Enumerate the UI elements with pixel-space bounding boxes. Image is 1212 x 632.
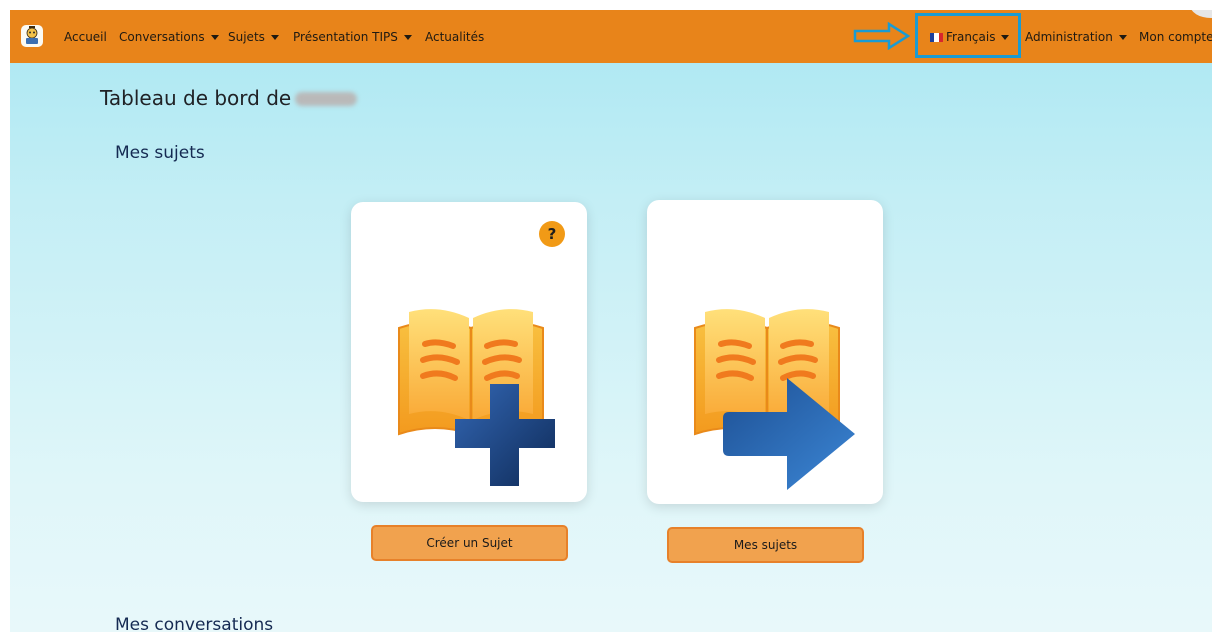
book-plus-icon <box>398 309 555 486</box>
account-menu[interactable]: Mon compte <box>1139 29 1212 45</box>
app-logo-icon[interactable] <box>21 25 43 47</box>
nav-presentation-label: Présentation TIPS <box>293 30 398 44</box>
create-subject-card[interactable]: ? <box>351 202 587 502</box>
book-arrow-icon <box>694 309 855 490</box>
top-navbar: Accueil Conversations Sujets Présentatio… <box>10 10 1212 63</box>
caret-down-icon <box>210 35 219 40</box>
nav-actualites-label: Actualités <box>425 30 485 44</box>
nav-sujets-dropdown[interactable]: Sujets <box>228 29 279 45</box>
section-title-subjects: Mes sujets <box>115 143 205 163</box>
create-subject-button[interactable]: Créer un Sujet <box>371 525 568 561</box>
nav-accueil[interactable]: Accueil <box>64 29 107 45</box>
nav-conversations-dropdown[interactable]: Conversations <box>119 29 219 45</box>
section-title-conversations: Mes conversations <box>115 615 274 632</box>
app-viewport: Accueil Conversations Sujets Présentatio… <box>10 10 1212 632</box>
language-dropdown[interactable]: Français <box>930 29 1010 45</box>
nav-actualites[interactable]: Actualités <box>425 29 484 45</box>
caret-down-icon <box>1001 35 1010 40</box>
help-badge[interactable]: ? <box>539 221 565 247</box>
caret-down-icon <box>270 35 279 40</box>
corner-decoration <box>1190 10 1212 18</box>
nav-sujets-label: Sujets <box>228 30 265 44</box>
caret-down-icon <box>403 35 412 40</box>
annotation-arrow-icon <box>853 22 911 50</box>
language-label: Français <box>946 30 996 44</box>
caret-down-icon <box>1118 35 1127 40</box>
redacted-username <box>295 92 358 106</box>
my-subjects-card[interactable] <box>647 200 883 504</box>
account-label: Mon compte <box>1139 30 1212 44</box>
nav-accueil-label: Accueil <box>64 30 107 44</box>
page-title-text: Tableau de bord de <box>100 86 292 110</box>
nav-presentation-dropdown[interactable]: Présentation TIPS <box>293 29 412 45</box>
french-flag-icon <box>930 30 943 42</box>
administration-dropdown[interactable]: Administration <box>1025 29 1127 45</box>
administration-label: Administration <box>1025 30 1113 44</box>
my-subjects-button[interactable]: Mes sujets <box>667 527 864 563</box>
nav-conversations-label: Conversations <box>119 30 205 44</box>
page-title: Tableau de bord de <box>100 86 358 110</box>
